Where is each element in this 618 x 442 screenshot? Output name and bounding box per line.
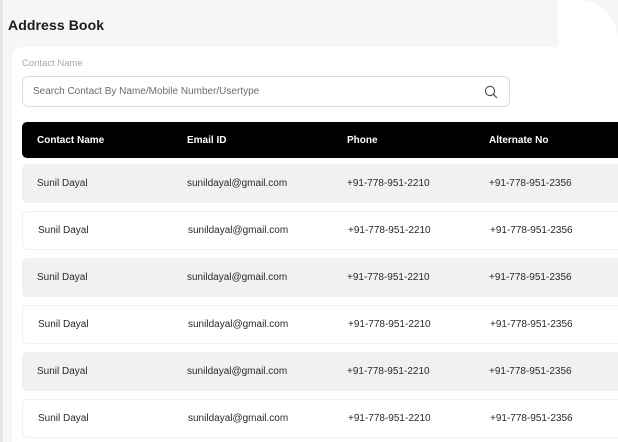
cell-phone: +91-778-951-2210: [348, 319, 431, 330]
header-alternate-no[interactable]: Alternate No: [489, 122, 548, 158]
table-row[interactable]: Sunil Dayal sunildayal@gmail.com +91-778…: [22, 164, 618, 203]
table-row[interactable]: Sunil Dayal sunildayal@gmail.com +91-778…: [22, 399, 618, 438]
table-row[interactable]: Sunil Dayal sunildayal@gmail.com +91-778…: [22, 305, 618, 344]
cell-phone: +91-778-951-2210: [347, 272, 430, 283]
search-box[interactable]: [22, 76, 510, 107]
cell-phone: +91-778-951-2210: [348, 225, 431, 236]
cell-contact-name: Sunil Dayal: [37, 272, 88, 283]
sidebar-edge: [0, 0, 3, 442]
cell-phone: +91-778-951-2210: [348, 413, 431, 424]
cell-alternate-no: +91-778-951-2356: [489, 272, 572, 283]
cell-email: sunildayal@gmail.com: [188, 413, 289, 424]
table-row[interactable]: Sunil Dayal sunildayal@gmail.com +91-778…: [22, 352, 618, 391]
cell-alternate-no: +91-778-951-2356: [490, 225, 573, 236]
cell-alternate-no: +91-778-951-2356: [489, 366, 572, 377]
cell-phone: +91-778-951-2210: [347, 178, 430, 189]
cell-contact-name: Sunil Dayal: [37, 178, 88, 189]
table-row[interactable]: Sunil Dayal sunildayal@gmail.com +91-778…: [22, 211, 618, 250]
window-corner: [558, 0, 618, 48]
cell-email: sunildayal@gmail.com: [188, 319, 289, 330]
header-contact-name[interactable]: Contact Name: [37, 122, 104, 158]
cell-alternate-no: +91-778-951-2356: [490, 413, 573, 424]
header-phone[interactable]: Phone: [347, 122, 378, 158]
contacts-table: Contact Name Email ID Phone Alternate No…: [22, 122, 618, 438]
cell-email: sunildayal@gmail.com: [188, 225, 289, 236]
cell-email: sunildayal@gmail.com: [187, 366, 288, 377]
cell-phone: +91-778-951-2210: [347, 366, 430, 377]
table-header: Contact Name Email ID Phone Alternate No: [22, 122, 618, 158]
cell-contact-name: Sunil Dayal: [38, 225, 89, 236]
contact-name-label: Contact Name: [22, 58, 83, 69]
search-icon[interactable]: [483, 84, 499, 100]
cell-email: sunildayal@gmail.com: [187, 178, 288, 189]
cell-contact-name: Sunil Dayal: [37, 366, 88, 377]
cell-contact-name: Sunil Dayal: [38, 413, 89, 424]
page-title: Address Book: [8, 17, 105, 33]
cell-email: sunildayal@gmail.com: [187, 272, 288, 283]
cell-alternate-no: +91-778-951-2356: [490, 319, 573, 330]
cell-contact-name: Sunil Dayal: [38, 319, 89, 330]
search-input[interactable]: [33, 86, 483, 97]
cell-alternate-no: +91-778-951-2356: [489, 178, 572, 189]
header-email-id[interactable]: Email ID: [187, 122, 226, 158]
table-row[interactable]: Sunil Dayal sunildayal@gmail.com +91-778…: [22, 258, 618, 297]
